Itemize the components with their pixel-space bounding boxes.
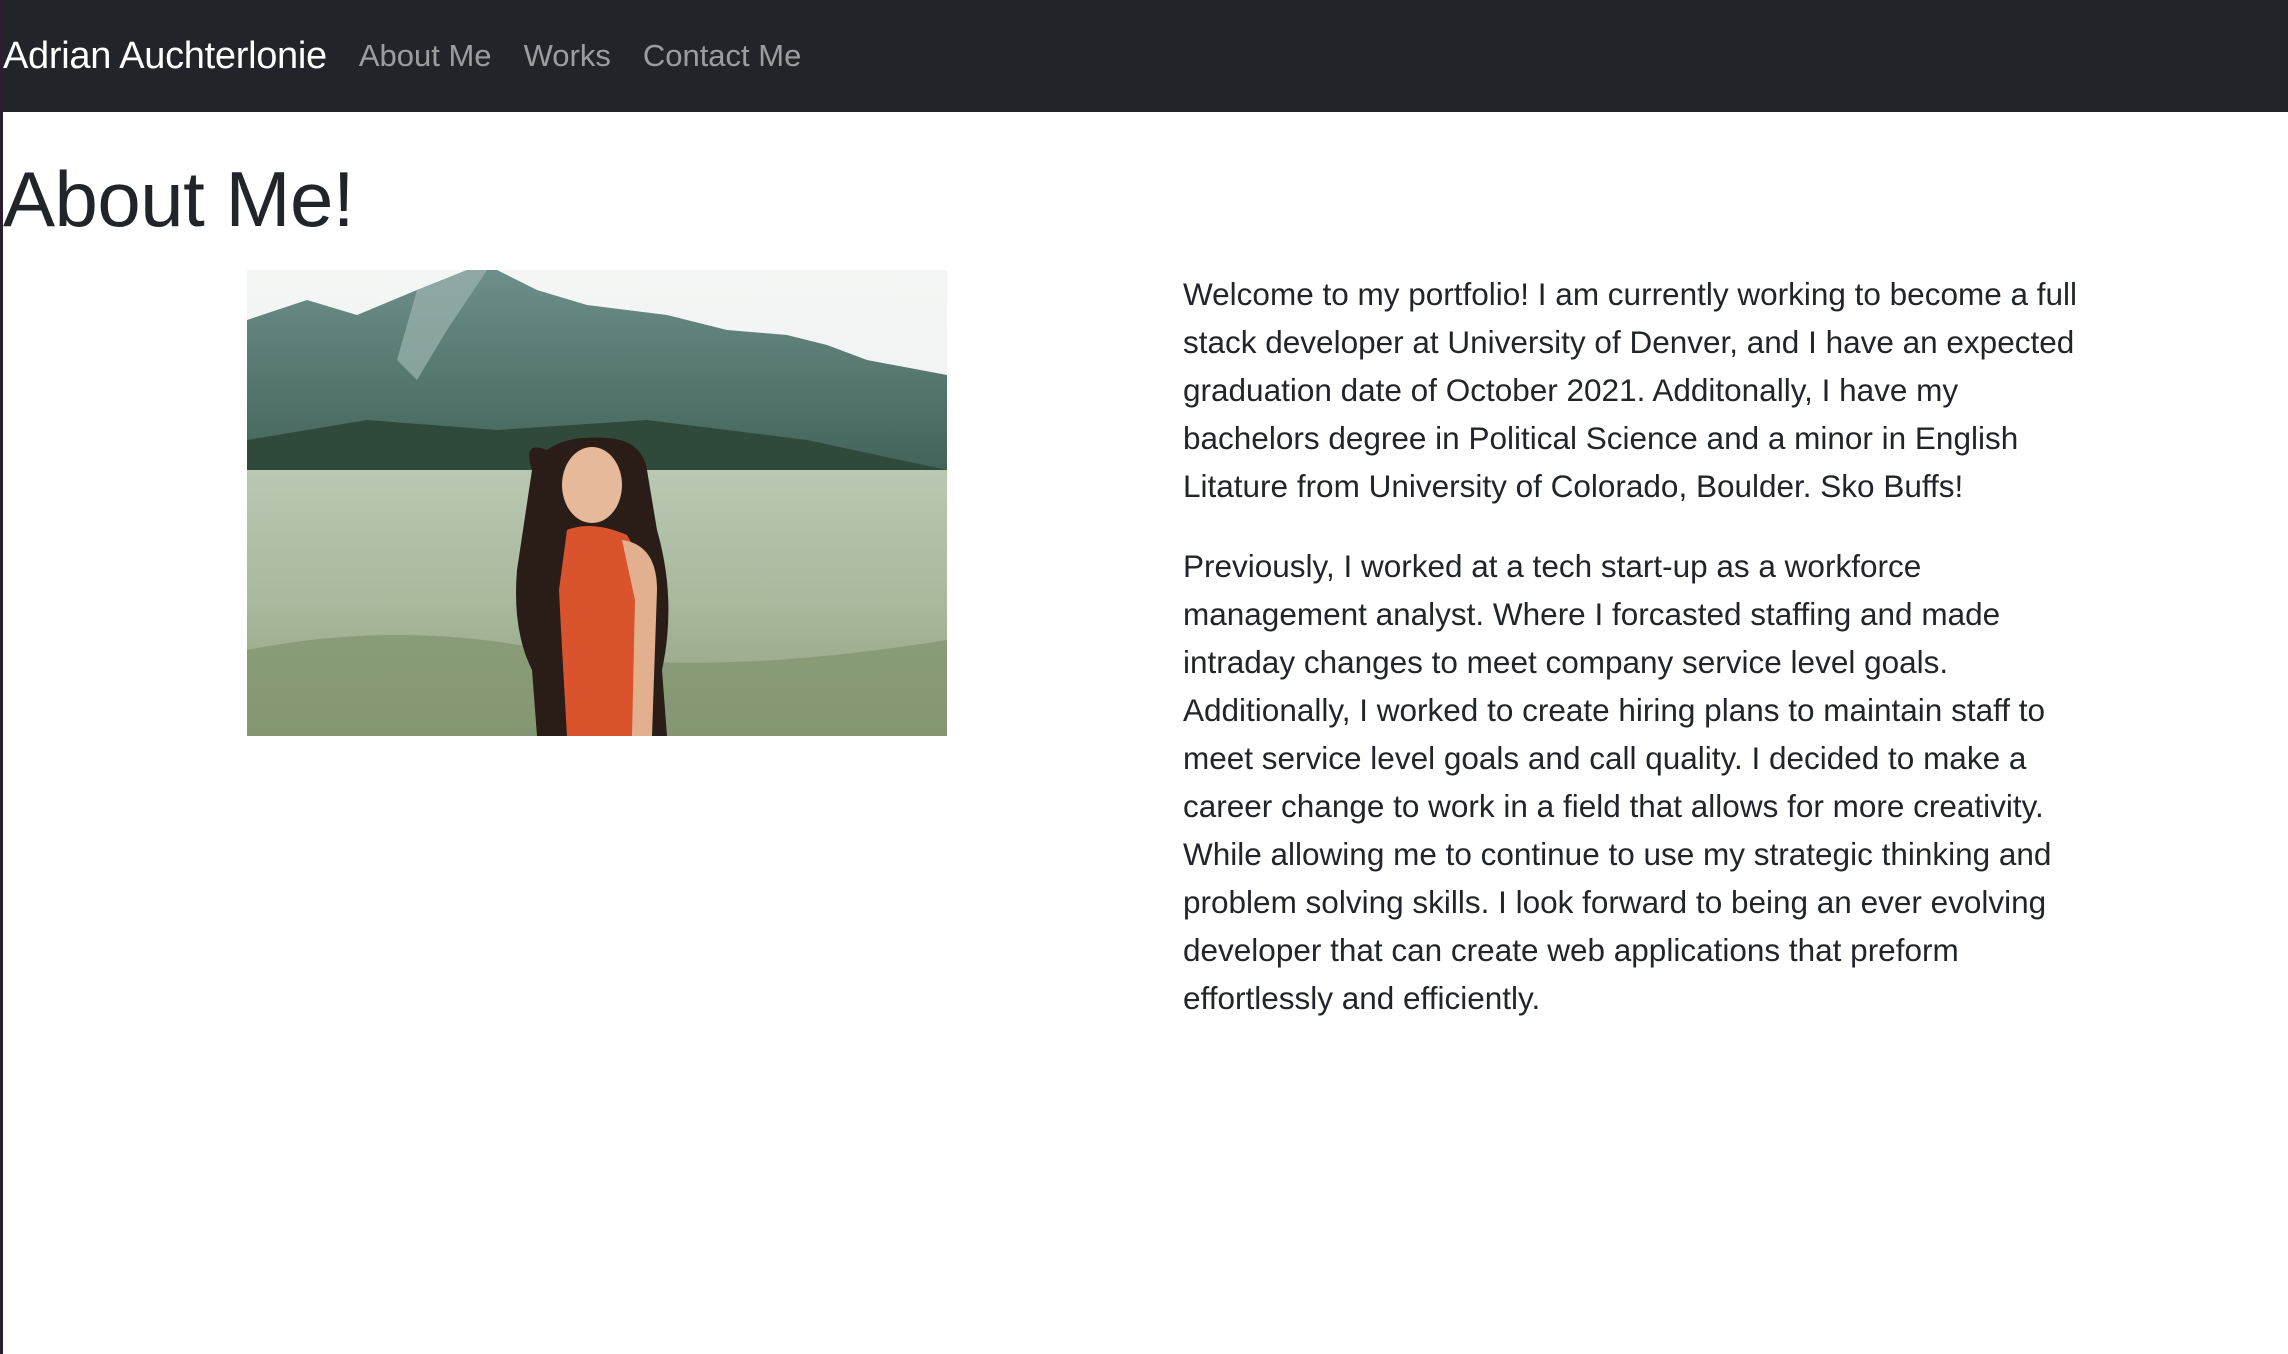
navbar: Adrian Auchterlonie About Me Works Conta… <box>3 0 2288 112</box>
page-title: About Me! <box>3 155 355 243</box>
bio-text: Welcome to my portfolio! I am currently … <box>1183 270 2083 1054</box>
brand-link[interactable]: Adrian Auchterlonie <box>3 35 327 78</box>
nav-link-about-me[interactable]: About Me <box>359 38 492 74</box>
nav-link-contact-me[interactable]: Contact Me <box>643 38 802 74</box>
portrait-photo-icon <box>247 270 947 736</box>
nav-link-works[interactable]: Works <box>524 38 611 74</box>
bio-paragraph: Previously, I worked at a tech start-up … <box>1183 548 2052 1016</box>
bio-paragraph: Welcome to my portfolio! I am currently … <box>1183 276 2078 504</box>
page: Adrian Auchterlonie About Me Works Conta… <box>0 0 2288 1354</box>
nav-links: About Me Works Contact Me <box>357 38 831 74</box>
person-figure <box>516 437 669 736</box>
profile-photo <box>247 270 947 736</box>
